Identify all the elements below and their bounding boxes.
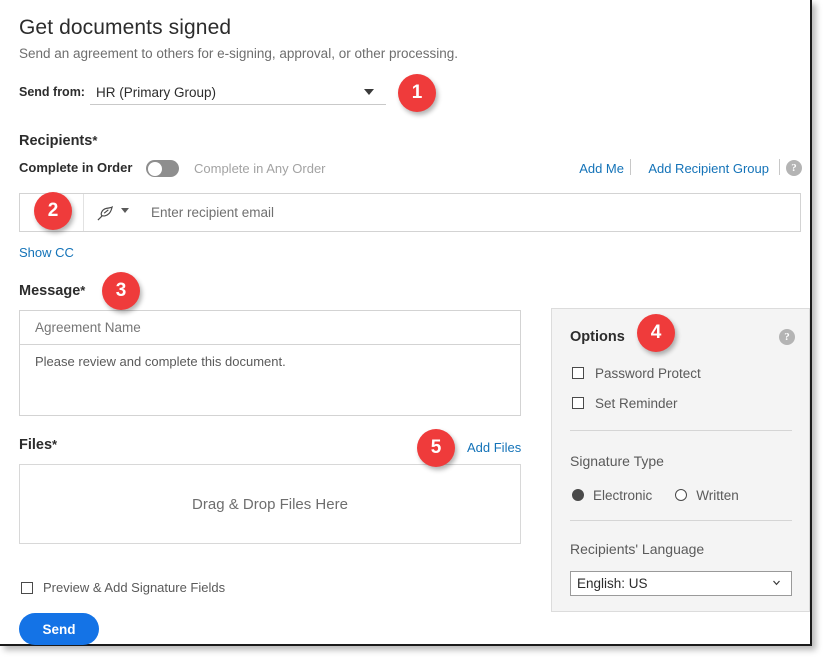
screenshot-root: Get documents signed Send an agreement t… [0, 0, 830, 661]
add-me-link[interactable]: Add Me [579, 161, 624, 176]
complete-in-any-order-label: Complete in Any Order [194, 161, 326, 176]
password-protect-row[interactable]: Password Protect [572, 365, 701, 381]
recipients-language-value: English: US [577, 576, 648, 591]
recipients-required-mark: * [92, 133, 97, 148]
send-agreement-page: Get documents signed Send an agreement t… [0, 0, 812, 646]
electronic-radio[interactable] [572, 489, 584, 501]
recipients-language-select[interactable]: English: US [570, 571, 792, 596]
message-body-textarea[interactable]: Please review and complete this document… [19, 344, 521, 416]
signature-type-radio-group[interactable]: Electronic Written [572, 487, 762, 503]
set-reminder-label: Set Reminder [595, 396, 678, 411]
divider [630, 159, 631, 175]
password-protect-label: Password Protect [595, 366, 701, 381]
toggle-knob [148, 162, 162, 176]
chevron-down-icon [772, 578, 781, 587]
files-label-text: Files [19, 437, 52, 453]
help-icon[interactable]: ? [786, 160, 802, 176]
page-title: Get documents signed [19, 16, 231, 40]
dropzone-text: Drag & Drop Files Here [192, 496, 348, 513]
recipients-label-text: Recipients [19, 133, 92, 149]
add-files-link[interactable]: Add Files [467, 440, 521, 455]
add-recipient-group-link[interactable]: Add Recipient Group [648, 161, 769, 176]
agreement-name-placeholder: Agreement Name [35, 320, 141, 335]
signature-type-title: Signature Type [570, 453, 664, 469]
message-body-text: Please review and complete this document… [35, 354, 286, 369]
divider [779, 159, 780, 175]
agreement-name-input[interactable]: Agreement Name [19, 310, 521, 344]
message-label-text: Message [19, 283, 80, 299]
help-icon[interactable]: ? [779, 329, 795, 345]
show-cc-link[interactable]: Show CC [19, 245, 74, 260]
message-section-label: Message* [19, 283, 85, 299]
recipient-email-input[interactable]: Enter recipient email [151, 205, 274, 220]
divider [83, 194, 84, 231]
chevron-down-icon [364, 89, 374, 95]
preview-signature-fields-row[interactable]: Preview & Add Signature Fields [21, 579, 225, 595]
written-radio[interactable] [675, 489, 687, 501]
options-panel: Options ? Password Protect Set Reminder … [551, 308, 810, 612]
written-label: Written [696, 488, 739, 503]
set-reminder-checkbox[interactable] [572, 397, 584, 409]
divider [570, 430, 792, 431]
callout-badge-3: 3 [102, 272, 140, 310]
send-button[interactable]: Send [19, 613, 99, 645]
callout-badge-4: 4 [637, 314, 675, 352]
recipient-input-row[interactable]: Enter recipient email [19, 193, 801, 232]
preview-checkbox[interactable] [21, 582, 33, 594]
options-title: Options [570, 329, 625, 345]
recipients-section-label: Recipients* [19, 133, 97, 149]
page-subtitle: Send an agreement to others for e-signin… [19, 46, 458, 61]
divider [570, 520, 792, 521]
pen-nib-icon[interactable] [94, 203, 116, 223]
send-from-value: HR (Primary Group) [96, 85, 216, 100]
send-from-label: Send from: [19, 85, 85, 99]
complete-in-order-label: Complete in Order [19, 160, 132, 175]
chevron-down-icon[interactable] [121, 208, 129, 213]
page-inner: Get documents signed Send an agreement t… [0, 0, 810, 644]
callout-badge-5: 5 [417, 429, 455, 467]
set-reminder-row[interactable]: Set Reminder [572, 395, 678, 411]
message-required-mark: * [80, 283, 85, 298]
password-protect-checkbox[interactable] [572, 367, 584, 379]
files-required-mark: * [52, 437, 57, 452]
electronic-label: Electronic [593, 488, 652, 503]
file-dropzone[interactable]: Drag & Drop Files Here [19, 464, 521, 544]
preview-checkbox-label: Preview & Add Signature Fields [43, 580, 225, 595]
callout-badge-1: 1 [398, 74, 436, 112]
send-from-select[interactable]: HR (Primary Group) [90, 80, 386, 105]
complete-order-toggle[interactable] [146, 160, 179, 177]
callout-badge-2: 2 [34, 192, 72, 230]
files-section-label: Files* [19, 437, 57, 453]
recipients-language-title: Recipients' Language [570, 541, 704, 557]
